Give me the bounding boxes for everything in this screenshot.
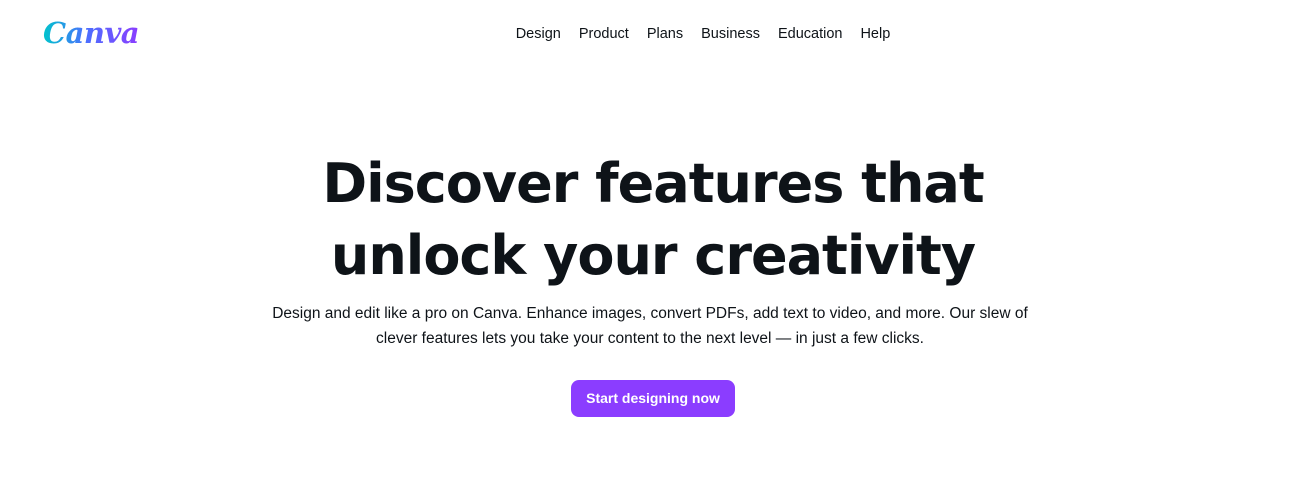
nav-item-plans[interactable]: Plans	[638, 22, 692, 46]
hero-headline: Discover features that unlock your creat…	[0, 148, 1300, 292]
nav-item-education[interactable]: Education	[769, 22, 852, 46]
start-designing-button[interactable]: Start designing now	[571, 380, 735, 417]
hero-headline-line-1: Discover features that	[322, 152, 984, 215]
nav-item-business[interactable]: Business	[692, 22, 769, 46]
nav-item-product[interactable]: Product	[570, 22, 638, 46]
main-nav: Design Product Plans Business Education …	[0, 22, 1300, 46]
hero-description-line-2: clever features lets you take your conte…	[376, 330, 924, 347]
hero-description: Design and edit like a pro on Canva. Enh…	[260, 301, 1040, 351]
top-navigation-bar: Canva Design Product Plans Business Educ…	[0, 0, 1300, 68]
nav-item-help[interactable]: Help	[851, 22, 899, 46]
page: Canva Design Product Plans Business Educ…	[0, 0, 1300, 500]
hero-description-line-1: Design and edit like a pro on Canva. Enh…	[272, 305, 1028, 322]
hero-section: Discover features that unlock your creat…	[0, 148, 1300, 417]
hero-headline-line-2: unlock your creativity	[330, 224, 976, 287]
nav-item-design[interactable]: Design	[507, 22, 570, 46]
